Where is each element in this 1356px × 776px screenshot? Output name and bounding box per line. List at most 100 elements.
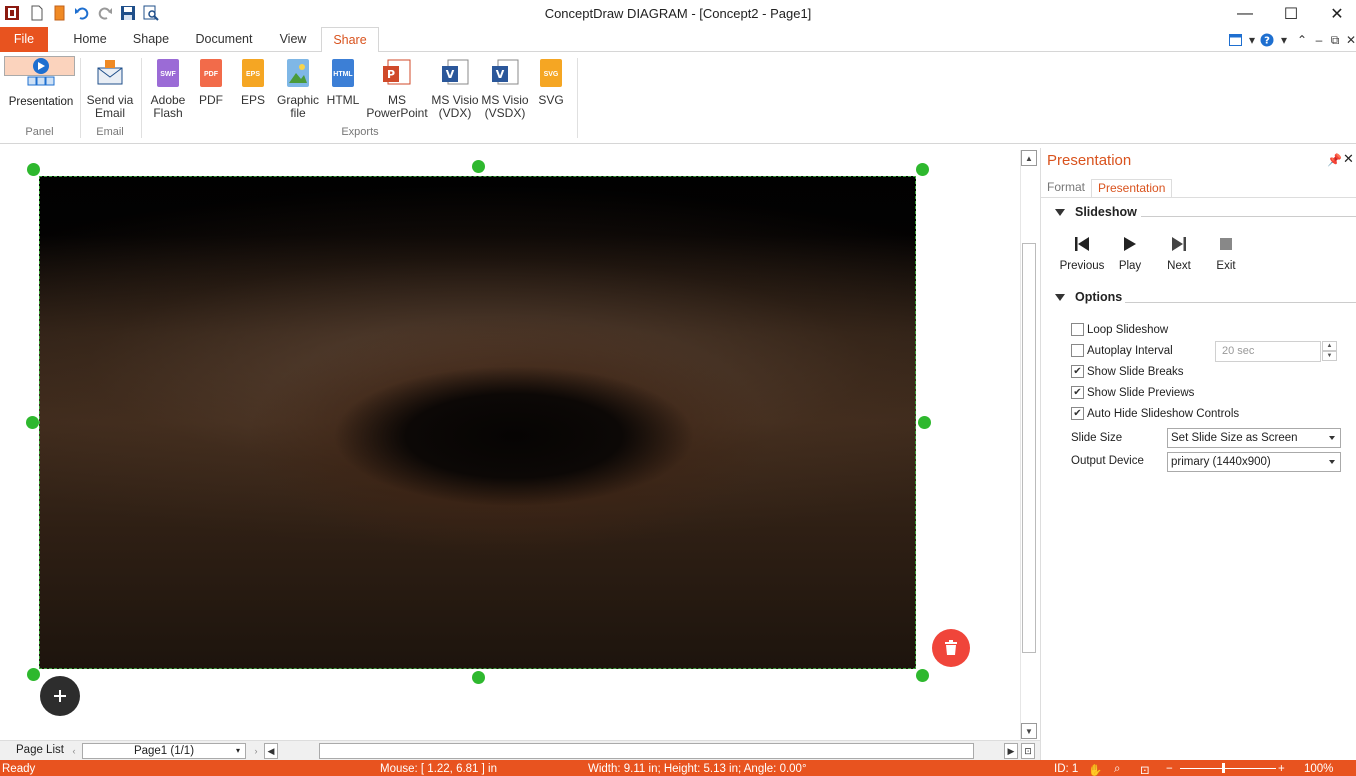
chevron-left-icon[interactable]: ‹ [67,743,81,759]
tab-shape[interactable]: Shape [124,27,178,52]
zoom-slider[interactable] [1180,768,1276,769]
maximize-button[interactable]: ☐ [1268,0,1314,27]
zoom-in-icon[interactable]: + [1278,763,1285,775]
export-adobe-flash-button[interactable]: SWF Adobe Flash [146,56,190,124]
resize-handle-bottom-left[interactable] [27,668,40,681]
panel-tab-presentation[interactable]: Presentation [1091,179,1173,198]
resize-handle-right[interactable] [918,416,931,429]
group-label-email: Email [96,126,124,138]
resize-handle-top-right[interactable] [916,163,929,176]
show-slide-breaks-option[interactable]: ✔ Show Slide Breaks [1071,365,1184,378]
chevron-down-icon[interactable]: ▾ [1275,31,1293,49]
slide-size-label: Slide Size [1071,432,1123,444]
skip-previous-icon [1074,234,1090,254]
close-button[interactable]: ✕ [1314,0,1356,27]
fit-page-icon[interactable]: ⊡ [1021,743,1035,759]
resize-handle-top-left[interactable] [27,163,40,176]
tab-share[interactable]: Share [321,27,379,53]
autoplay-interval-checkbox[interactable] [1071,344,1084,357]
hand-tool-icon[interactable]: ✋ [1088,763,1102,776]
zoom-level[interactable]: 100% [1304,763,1333,775]
chevron-right-icon[interactable]: › [249,743,263,759]
zoom-tool-icon[interactable]: ⌕ [1114,763,1120,776]
vertical-scrollbar[interactable]: ▲ ▼ [1020,150,1037,740]
exit-slideshow-button[interactable]: Exit [1201,234,1251,272]
svg-text:V: V [496,68,505,81]
presentation-button[interactable]: Presentation [4,56,75,108]
export-visio-vsdx-button[interactable]: V MS Visio (VSDX) [480,56,530,124]
close-icon: ✕ [1330,5,1344,23]
previous-label: Previous [1059,260,1105,272]
send-via-email-button[interactable]: Send via Email [84,56,136,124]
show-slide-breaks-checkbox[interactable]: ✔ [1071,365,1084,378]
page-selector-value: Page1 (1/1) [133,745,195,757]
export-svg-button[interactable]: SVG SVG [534,56,568,124]
minimize-button[interactable]: — [1222,0,1268,27]
zoom-slider-thumb[interactable] [1222,763,1225,773]
next-slide-button[interactable]: Next [1154,234,1204,272]
play-slideshow-button[interactable]: Play [1105,234,1155,272]
help-icon[interactable]: ? [1258,31,1276,49]
page-selector[interactable]: Page1 (1/1) ▾ [82,743,246,759]
output-device-select[interactable]: primary (1440x900) [1167,452,1341,472]
show-slide-previews-checkbox[interactable]: ✔ [1071,386,1084,399]
scroll-down-icon[interactable]: ▼ [1021,723,1037,739]
scroll-up-icon[interactable]: ▲ [1021,150,1037,166]
layout-icon[interactable] [1226,31,1244,49]
export-html-button[interactable]: HTML HTML [324,56,362,124]
email-icon [93,56,127,90]
loop-slideshow-option[interactable]: Loop Slideshow [1071,323,1168,336]
stepper-up-icon[interactable]: ▲ [1322,341,1337,351]
status-shape-id: ID: 1 [1054,763,1079,775]
tab-file[interactable]: File [0,27,48,52]
scroll-left-icon[interactable]: ◀ [264,743,278,759]
options-section-toggle[interactable]: Options [1055,290,1122,304]
chevron-down-icon: ▾ [235,746,240,755]
resize-handle-bottom[interactable] [472,671,485,684]
autoplay-interval-option[interactable]: Autoplay Interval [1071,344,1173,357]
stepper-down-icon[interactable]: ▼ [1322,351,1337,361]
slide-size-select[interactable]: Set Slide Size as Screen [1167,428,1341,448]
fit-icon[interactable]: ⊡ [1140,763,1150,776]
export-eps-button[interactable]: EPS EPS [236,56,270,124]
group-separator [141,58,142,138]
autoplay-interval-label: Autoplay Interval [1087,344,1173,357]
tab-document[interactable]: Document [186,27,262,52]
status-bar: Ready Mouse: [ 1.22, 6.81 ] in Width: 9.… [0,760,1356,776]
pin-icon[interactable]: 📌 [1327,153,1342,167]
auto-hide-controls-checkbox[interactable]: ✔ [1071,407,1084,420]
export-graphic-file-button[interactable]: Graphic file [274,56,322,124]
add-slide-button[interactable] [40,676,80,716]
output-device-value: primary (1440x900) [1171,456,1271,468]
previous-slide-button[interactable]: Previous [1057,234,1107,272]
autoplay-interval-stepper[interactable]: ▲ ▼ [1322,341,1337,362]
minimize-icon: — [1237,4,1253,22]
scroll-thumb[interactable] [1022,243,1036,653]
group-separator [577,58,578,138]
visio-icon: V [488,56,522,90]
zoom-out-icon[interactable]: − [1166,763,1173,775]
tab-view[interactable]: View [272,27,314,52]
horizontal-scrollbar[interactable] [319,743,974,759]
resize-handle-bottom-right[interactable] [916,669,929,682]
panel-close-icon[interactable]: ✕ [1343,151,1354,167]
export-pdf-button[interactable]: PDF PDF [194,56,228,124]
export-visio-vdx-button[interactable]: V MS Visio (VDX) [430,56,480,124]
scroll-right-icon[interactable]: ▶ [1004,743,1018,759]
tab-home[interactable]: Home [62,27,118,52]
autoplay-interval-input[interactable]: 20 sec [1215,341,1321,362]
resize-handle-top[interactable] [472,160,485,173]
ribbon-tab-row: File Home Shape Document View Share ▾ ? … [0,27,1356,53]
show-slide-previews-option[interactable]: ✔ Show Slide Previews [1071,386,1194,399]
panel-tab-format[interactable]: Format [1041,179,1091,198]
delete-slide-button[interactable] [932,629,970,667]
resize-handle-left[interactable] [26,416,39,429]
auto-hide-controls-option[interactable]: ✔ Auto Hide Slideshow Controls [1071,407,1239,420]
doc-close-icon[interactable]: ✕ [1342,31,1356,49]
collapse-ribbon-icon[interactable]: ⌃ [1293,31,1311,49]
export-powerpoint-button[interactable]: P MS PowerPoint [364,56,430,124]
page-list-label[interactable]: Page List [16,744,64,756]
loop-slideshow-checkbox[interactable] [1071,323,1084,336]
slideshow-section-toggle[interactable]: Slideshow [1055,205,1137,219]
slide-size-value: Set Slide Size as Screen [1171,432,1298,444]
